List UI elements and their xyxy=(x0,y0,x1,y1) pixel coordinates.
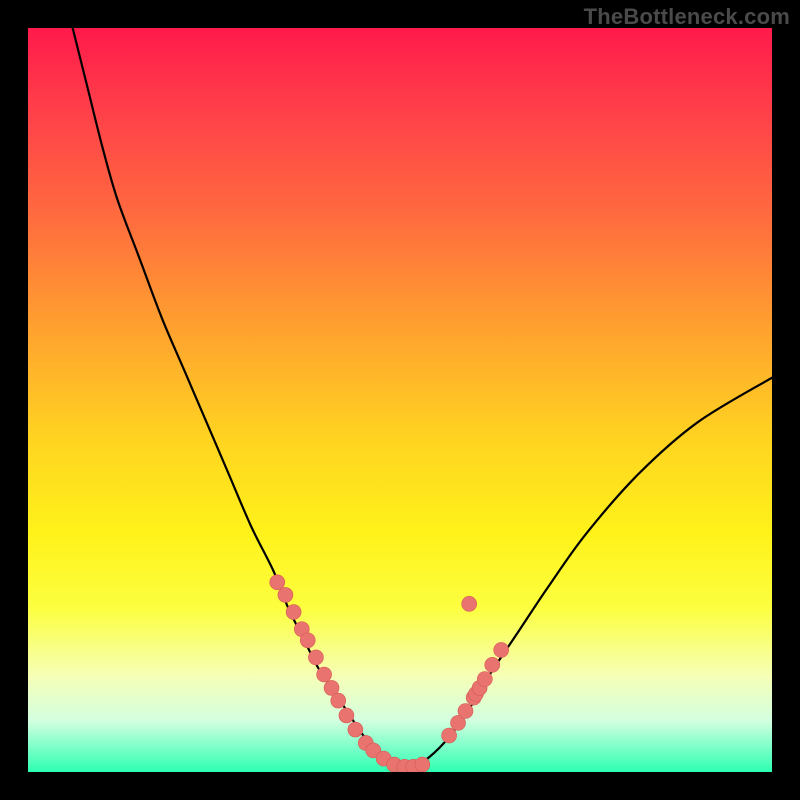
data-marker xyxy=(278,587,293,602)
data-marker xyxy=(442,728,457,743)
data-marker xyxy=(462,596,477,611)
chart-svg xyxy=(28,28,772,772)
watermark-text: TheBottleneck.com xyxy=(584,4,790,30)
data-marker xyxy=(348,722,363,737)
data-marker xyxy=(317,667,332,682)
data-marker xyxy=(286,605,301,620)
data-marker xyxy=(458,703,473,718)
marker-layer xyxy=(270,575,509,772)
bottleneck-curve xyxy=(73,28,772,768)
data-marker xyxy=(494,642,509,657)
data-marker xyxy=(477,672,492,687)
data-marker xyxy=(300,633,315,648)
data-marker xyxy=(415,757,430,772)
data-marker xyxy=(339,708,354,723)
data-marker xyxy=(485,657,500,672)
data-marker xyxy=(270,575,285,590)
data-marker xyxy=(331,693,346,708)
plot-area xyxy=(28,28,772,772)
outer-frame: TheBottleneck.com xyxy=(0,0,800,800)
data-marker xyxy=(308,650,323,665)
